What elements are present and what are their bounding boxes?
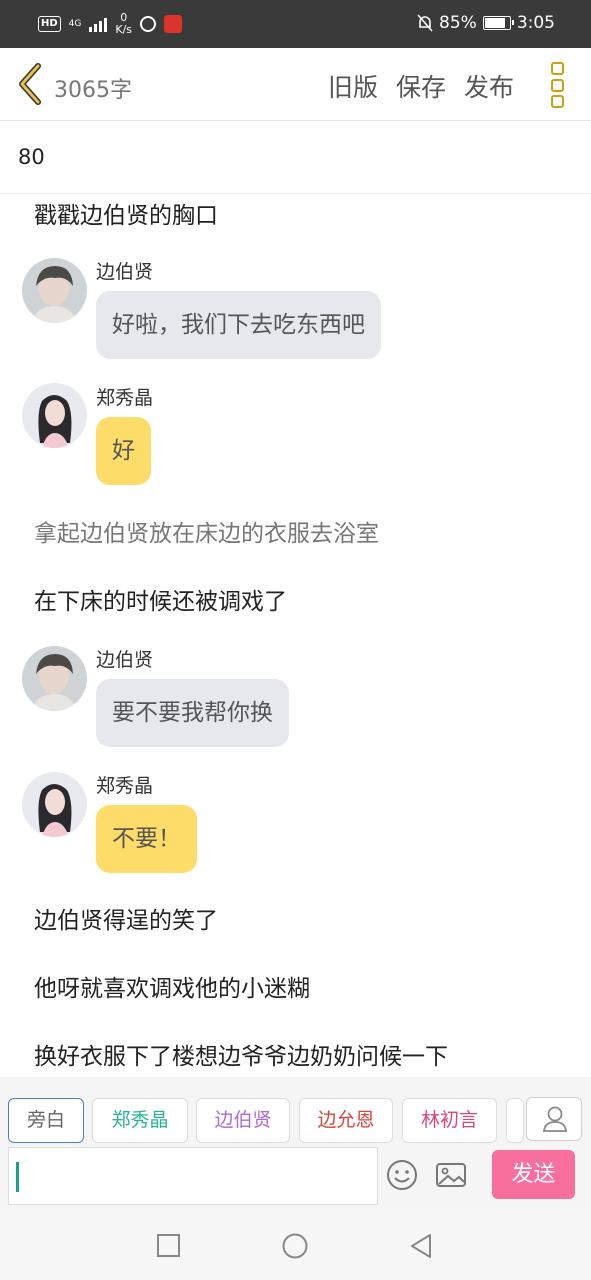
app-notification-icon — [164, 15, 183, 33]
status-left: HD 4G 0 K/s — [38, 12, 183, 36]
alarm-icon — [140, 16, 157, 32]
signal-icon — [89, 16, 108, 32]
status-bar: HD 4G 0 K/s 85% 3:05 — [0, 0, 591, 48]
narration-line: 边伯贤得逞的笑了 — [34, 908, 218, 934]
home-circle-icon[interactable] — [282, 1233, 308, 1259]
old-version-button[interactable]: 旧版 — [328, 68, 378, 104]
narration-line: 他呀就喜欢调戏他的小迷糊 — [34, 976, 310, 1002]
dialogue-bubble[interactable]: 不要！ — [96, 805, 197, 873]
role-zheng-xiujing[interactable]: 郑秀晶 — [92, 1098, 188, 1143]
role-selector-bar: 旁白 郑秀晶 边伯贤 边允恩 林初言 — [0, 1077, 591, 1145]
divider — [0, 193, 591, 194]
speaker-name: 边伯贤 — [96, 649, 154, 671]
clock: 3:05 — [516, 13, 555, 33]
more-menu-icon[interactable] — [551, 62, 565, 108]
avatar-bian-baixian — [22, 258, 87, 323]
role-bian-yunen[interactable]: 边允恩 — [299, 1098, 393, 1143]
speaker-name: 郑秀晶 — [96, 775, 154, 797]
input-bar: 发送 — [0, 1145, 591, 1209]
dialogue-bubble[interactable]: 要不要我帮你换 — [96, 679, 289, 747]
publish-button[interactable]: 发布 — [464, 68, 514, 104]
speaker-name: 郑秀晶 — [96, 387, 154, 409]
system-nav-bar — [0, 1209, 591, 1280]
avatar-bian-baixian — [22, 646, 87, 711]
recent-apps-square-icon[interactable] — [156, 1233, 181, 1258]
narration-line: 在下床的时候还被调戏了 — [34, 589, 287, 615]
narration-line: 拿起边伯贤放在床边的衣服去浴室 — [34, 521, 379, 547]
chapter-title[interactable]: 80 — [18, 145, 45, 169]
mute-bell-icon — [417, 14, 433, 32]
status-right: 85% 3:05 — [417, 13, 555, 33]
dialogue-bubble[interactable]: 好 — [96, 417, 151, 485]
manage-roles-person-icon[interactable] — [526, 1097, 582, 1141]
network-type: 4G — [68, 19, 82, 29]
battery-percent: 85% — [439, 13, 477, 33]
role-more-partial[interactable] — [506, 1098, 524, 1143]
text-caret — [16, 1162, 19, 1192]
narration-line: 戳戳边伯贤的胸口 — [34, 203, 218, 229]
dialogue-bubble[interactable]: 好啦，我们下去吃东西吧 — [96, 291, 381, 359]
avatar-zheng-xiujing — [22, 383, 87, 448]
image-icon[interactable] — [434, 1158, 468, 1192]
narration-line: 换好衣服下了楼想边爷爷边奶奶问候一下 — [34, 1044, 448, 1070]
hd-indicator: HD — [38, 16, 61, 32]
send-button[interactable]: 发送 — [492, 1150, 575, 1199]
battery-icon — [482, 16, 514, 30]
message-input[interactable] — [8, 1147, 378, 1205]
role-bian-baixian[interactable]: 边伯贤 — [196, 1098, 290, 1143]
role-narrator[interactable]: 旁白 — [8, 1098, 84, 1143]
back-chevron-icon[interactable] — [14, 62, 44, 106]
back-triangle-icon[interactable] — [409, 1233, 433, 1259]
speaker-name: 边伯贤 — [96, 261, 154, 283]
speed-unit: K/s — [115, 23, 133, 36]
avatar-zheng-xiujing — [22, 772, 87, 837]
word-count: 3065字 — [54, 78, 132, 103]
role-lin-chuyan[interactable]: 林初言 — [402, 1098, 497, 1143]
emoji-icon[interactable] — [385, 1158, 419, 1192]
network-speed: 0 K/s — [115, 12, 132, 36]
editor-toolbar: 3065字 旧版 保存 发布 — [0, 48, 591, 121]
save-button[interactable]: 保存 — [396, 68, 446, 104]
